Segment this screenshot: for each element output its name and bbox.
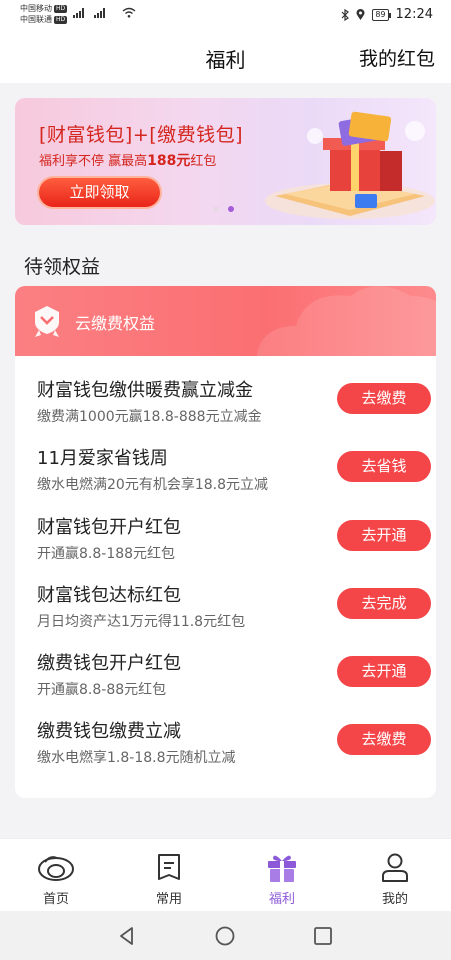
app-header: 福利 我的红包 [0,30,451,83]
bottom-nav: 首页 常用 福利 我的 [0,838,451,912]
open-account-button[interactable]: 去开通 [337,520,431,551]
carrier-info: 中国移动 HD 中国联通 HD [20,3,68,25]
clock: 12:24 [395,7,433,22]
item-title: 缴费钱包开户红包 [37,653,181,674]
item-desc: 开通赢8.8-188元红包 [37,546,176,562]
banner-subtitle-prefix: 福利享不停 赢最高 [39,154,148,169]
list-item: 缴费钱包缴费立减 缴水电燃享1.8-18.8元随机立减 去缴费 [37,717,431,777]
pay-button[interactable]: 去缴费 [337,724,431,755]
nav-label: 常用 [155,892,182,907]
bluetooth-icon [341,8,350,21]
gift-icon [268,855,296,882]
status-right: 89 12:24 [341,7,433,22]
my-red-packet-link[interactable]: 我的红包 [359,44,435,71]
system-nav-bar [0,911,451,960]
nav-mine[interactable]: 我的 [339,839,451,912]
item-desc: 缴费满1000元赢18.8-888元立减金 [37,409,262,425]
nav-home[interactable]: 首页 [0,839,112,912]
item-title: 财富钱包缴供暖费赢立减金 [37,380,253,401]
back-icon[interactable] [116,925,138,947]
banner-subtitle-amount: 188元 [147,153,191,169]
nav-label: 福利 [268,892,295,907]
banner-subtitle-suffix: 红包 [190,154,217,169]
complete-button[interactable]: 去完成 [337,588,431,619]
list-item: 缴费钱包开户红包 开通赢8.8-88元红包 去开通 [37,649,431,709]
list-item: 财富钱包开户红包 开通赢8.8-188元红包 去开通 [37,513,431,573]
list-item: 财富钱包缴供暖费赢立减金 缴费满1000元赢18.8-888元立减金 去缴费 [37,376,431,436]
signal-icons [73,8,105,18]
open-account-button[interactable]: 去开通 [337,656,431,687]
recents-icon[interactable] [312,925,334,947]
signal-icon [73,8,84,18]
banner-subtitle: 福利享不停 赢最高188元红包 [39,150,216,170]
nav-label: 首页 [42,892,69,907]
item-title: 财富钱包达标红包 [37,585,181,606]
pay-button[interactable]: 去缴费 [337,383,431,414]
benefits-card: 云缴费权益 财富钱包缴供暖费赢立减金 缴费满1000元赢18.8-888元立减金… [15,286,436,798]
status-bar: 中国移动 HD 中国联通 HD 89 12:24 [0,0,451,30]
item-desc: 缴水电燃满20元有机会享18.8元立减 [37,477,268,493]
signal-icon [94,8,105,18]
list-item: 11月爱家省钱周 缴水电燃满20元有机会享18.8元立减 去省钱 [37,444,431,504]
hd-badge: HD [54,15,68,24]
home-icon[interactable] [214,925,236,947]
card-title: 云缴费权益 [75,314,156,333]
item-title: 缴费钱包缴费立减 [37,721,181,742]
item-title: 财富钱包开户红包 [37,517,181,538]
carousel-dot [213,206,219,212]
item-desc: 开通赢8.8-88元红包 [37,682,167,698]
nav-benefits[interactable]: 福利 [226,839,338,912]
card-header: 云缴费权益 [15,286,436,366]
promo-banner[interactable]: [财富钱包]+[缴费钱包] 福利享不停 赢最高188元红包 立即领取 [15,98,436,225]
carousel-indicators [213,206,234,212]
gift-box-illustration [265,111,435,219]
home-cloud-icon [38,856,74,881]
nav-common[interactable]: 常用 [113,839,225,912]
claim-now-button[interactable]: 立即领取 [39,178,160,207]
banner-title: [财富钱包]+[缴费钱包] [39,124,244,146]
carousel-dot-active [228,206,234,212]
cloud-decoration [256,286,436,366]
carrier-2: 中国联通 [20,15,52,24]
battery-icon: 89 [372,8,391,21]
document-icon [158,854,180,880]
item-title: 11月爱家省钱周 [37,448,168,469]
location-icon [356,8,365,20]
hd-badge: HD [54,4,68,13]
item-desc: 月日均资产达1万元得11.8元红包 [37,614,246,630]
section-title: 待领权益 [24,256,101,278]
nav-label: 我的 [381,892,408,907]
save-money-button[interactable]: 去省钱 [337,451,431,482]
carrier-1: 中国移动 [20,4,52,13]
item-desc: 缴水电燃享1.8-18.8元随机立减 [37,750,236,766]
wifi-icon [122,7,136,18]
user-icon [382,853,408,882]
list-item: 财富钱包达标红包 月日均资产达1万元得11.8元红包 去完成 [37,581,431,641]
badge-icon [35,306,59,337]
